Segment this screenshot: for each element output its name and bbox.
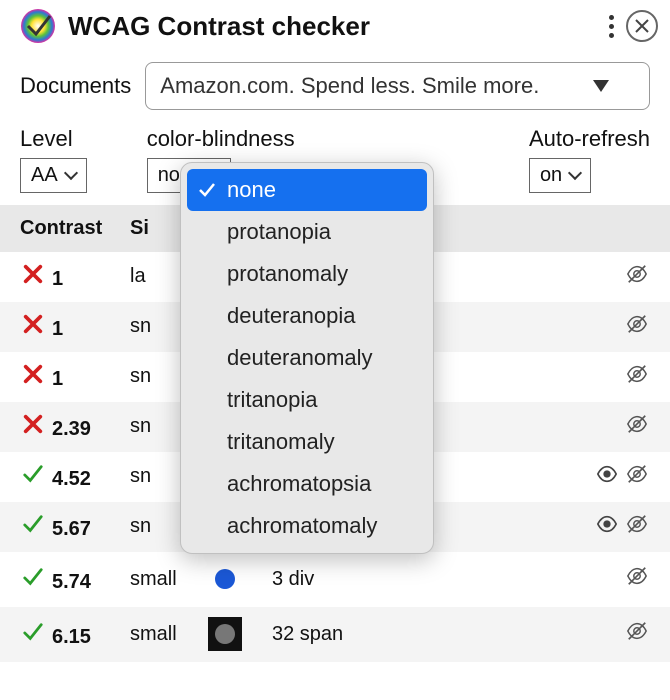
contrast-value: 4.52 — [52, 468, 91, 490]
auto-refresh-control: Auto-refresh on — [529, 126, 650, 193]
app-title: WCAG Contrast checker — [68, 11, 609, 42]
dropdown-option[interactable]: tritanopia — [187, 379, 427, 421]
eye-icon[interactable] — [594, 463, 620, 491]
table-row[interactable]: 5.74 small 3 div — [0, 552, 670, 607]
checkmark-icon — [198, 179, 216, 205]
color-blindness-dropdown: none protanopia protanomaly deuteranopia deu… — [180, 162, 434, 554]
dropdown-option[interactable]: protanopia — [187, 211, 427, 253]
auto-refresh-label: Auto-refresh — [529, 126, 650, 152]
auto-refresh-value: on — [540, 164, 562, 187]
dropdown-option-label: deuteranomaly — [227, 345, 373, 370]
auto-refresh-select[interactable]: on — [529, 158, 591, 193]
element-descriptor: 3 div — [272, 568, 570, 591]
eye-off-icon[interactable] — [624, 620, 650, 648]
app-logo-icon — [20, 8, 56, 44]
column-header-contrast: Contrast — [20, 217, 130, 240]
dropdown-option[interactable]: protanomaly — [187, 253, 427, 295]
eye-off-icon[interactable] — [624, 363, 650, 391]
close-button[interactable] — [626, 10, 658, 42]
fail-icon — [20, 362, 46, 386]
level-select[interactable]: AA — [20, 158, 87, 193]
contrast-value: 2.39 — [52, 418, 91, 440]
eye-off-icon[interactable] — [624, 565, 650, 593]
eye-off-icon[interactable] — [624, 463, 650, 491]
dropdown-option-label: protanopia — [227, 219, 331, 244]
documents-label: Documents — [20, 73, 131, 99]
table-row[interactable]: 6.15 small 32 span — [0, 607, 670, 662]
size-value: small — [130, 568, 208, 591]
fail-icon — [20, 412, 46, 436]
documents-row: Documents Amazon.com. Spend less. Smile … — [0, 52, 670, 120]
eye-off-icon[interactable] — [624, 313, 650, 341]
contrast-value: 1 — [52, 268, 63, 290]
pass-icon — [20, 620, 46, 644]
color-swatch — [208, 617, 242, 651]
pass-icon — [20, 462, 46, 486]
eye-off-icon[interactable] — [624, 263, 650, 291]
element-descriptor: 32 span — [272, 623, 570, 646]
level-value: AA — [31, 164, 58, 187]
contrast-value: 5.74 — [52, 571, 91, 593]
level-label: Level — [20, 126, 87, 152]
dropdown-option[interactable]: achromatomaly — [187, 505, 427, 547]
contrast-value: 5.67 — [52, 518, 91, 540]
dropdown-option[interactable]: none — [187, 169, 427, 211]
color-swatch — [208, 562, 242, 596]
documents-selected-value: Amazon.com. Spend less. Smile more. — [160, 73, 539, 99]
fail-icon — [20, 312, 46, 336]
dropdown-option[interactable]: deuteranopia — [187, 295, 427, 337]
pass-icon — [20, 512, 46, 536]
app-header: WCAG Contrast checker — [0, 0, 670, 52]
dropdown-option-label: achromatomaly — [227, 513, 377, 538]
pass-icon — [20, 565, 46, 589]
documents-select[interactable]: Amazon.com. Spend less. Smile more. — [145, 62, 650, 110]
dropdown-option[interactable]: achromatopsia — [187, 463, 427, 505]
dropdown-option-label: none — [227, 177, 276, 202]
dropdown-option-label: tritanomaly — [227, 429, 335, 454]
dropdown-option[interactable]: tritanomaly — [187, 421, 427, 463]
eye-off-icon[interactable] — [624, 413, 650, 441]
dropdown-option-label: deuteranopia — [227, 303, 355, 328]
contrast-value: 1 — [52, 368, 63, 390]
dropdown-option-label: achromatopsia — [227, 471, 371, 496]
size-value: small — [130, 623, 208, 646]
dropdown-option-label: protanomaly — [227, 261, 348, 286]
chevron-down-icon — [593, 80, 609, 92]
eye-off-icon[interactable] — [624, 513, 650, 541]
contrast-value: 1 — [52, 318, 63, 340]
level-control: Level AA — [20, 126, 87, 193]
dropdown-option[interactable]: deuteranomaly — [187, 337, 427, 379]
eye-icon[interactable] — [594, 513, 620, 541]
dropdown-option-label: tritanopia — [227, 387, 318, 412]
chevron-down-icon — [568, 166, 582, 180]
more-menu-icon[interactable] — [609, 15, 614, 38]
color-blindness-label: color-blindness — [147, 126, 295, 152]
fail-icon — [20, 262, 46, 286]
chevron-down-icon — [64, 166, 78, 180]
contrast-value: 6.15 — [52, 626, 91, 648]
